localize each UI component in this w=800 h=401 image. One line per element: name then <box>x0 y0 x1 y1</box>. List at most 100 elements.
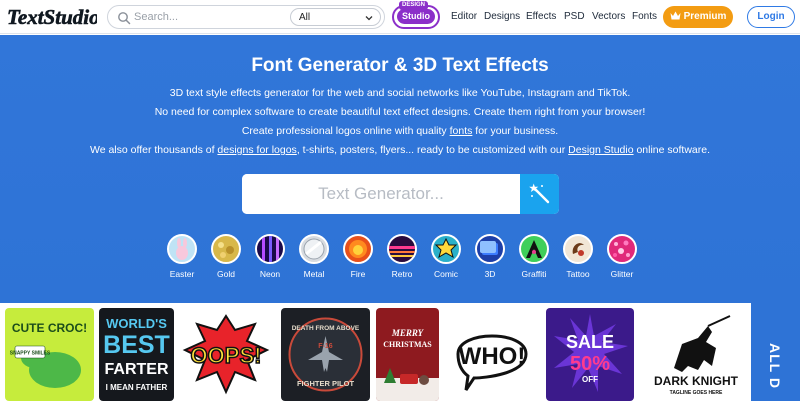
studio-label: Studio <box>397 9 435 24</box>
style-label: Retro <box>391 269 413 279</box>
category-select-value: All <box>299 12 311 23</box>
crown-icon <box>670 11 681 20</box>
style-neon[interactable]: Neon <box>248 234 292 279</box>
style-tattoo[interactable]: Tattoo <box>556 234 600 279</box>
all-designs-tab-label: ALL D <box>767 343 783 389</box>
croc-title: CUTE CROC! <box>12 321 87 335</box>
style-comic[interactable]: Comic <box>424 234 468 279</box>
style-glitter[interactable]: Glitter <box>600 234 644 279</box>
style-easter[interactable]: Easter <box>160 234 204 279</box>
page-title: Font Generator & 3D Text Effects <box>251 55 549 76</box>
style-label: Graffiti <box>521 269 547 279</box>
sale-line-2: 50% <box>570 353 610 375</box>
design-templates-strip: CUTE CROC! SNAPPY SMILES WORLD'S BEST FA… <box>0 303 800 401</box>
design-studio-link[interactable]: Design Studio <box>568 144 633 156</box>
farter-line-2: BEST <box>103 331 170 359</box>
search-input[interactable] <box>134 8 284 26</box>
template-card-oops[interactable]: OOPS! <box>179 308 274 401</box>
design-studio-button[interactable]: DESIGN Studio <box>392 1 440 29</box>
chevron-down-icon <box>365 16 373 21</box>
hero-line-3-end: for your business. <box>472 125 559 137</box>
glitter-thumb <box>607 234 637 264</box>
style-label: Glitter <box>610 269 634 279</box>
nav-psd[interactable]: PSD <box>564 11 585 22</box>
fonts-link[interactable]: fonts <box>450 125 473 137</box>
style-gold[interactable]: Gold <box>204 234 248 279</box>
style-label: Comic <box>433 269 459 279</box>
style-label: Tattoo <box>566 269 590 279</box>
retro-thumb <box>387 234 417 264</box>
template-card-cute-croc[interactable]: CUTE CROC! SNAPPY SMILES <box>5 308 94 401</box>
tattoo-thumb <box>563 234 593 264</box>
hero-line-4-end: online software. <box>633 144 711 156</box>
gold-thumb <box>211 234 241 264</box>
style-label: Neon <box>259 269 281 279</box>
fire-thumb <box>343 234 373 264</box>
hero-line-1: 3D text style effects generator for the … <box>169 87 631 99</box>
hero-line-4-text: We also offer thousands of <box>89 144 218 156</box>
magic-wand-icon <box>529 183 550 204</box>
style-retro[interactable]: Retro <box>380 234 424 279</box>
hero-line-3: Create professional logos online with qu… <box>0 125 800 137</box>
croc-subtitle: SNAPPY SMILES <box>10 351 51 357</box>
style-label: Metal <box>303 269 325 279</box>
logo-text: TextStudio <box>7 5 97 29</box>
farter-line-4: I MEAN FATHER <box>106 383 168 392</box>
sale-line-1: SALE <box>566 332 614 352</box>
premium-label: Premium <box>683 11 727 22</box>
style-graffiti[interactable]: Graffiti <box>512 234 556 279</box>
nav-vectors[interactable]: Vectors <box>592 11 625 22</box>
comic-thumb <box>431 234 461 264</box>
search-bar: All <box>107 5 385 29</box>
style-label: 3D <box>484 269 496 279</box>
textstudio-logo[interactable]: TextStudio <box>5 2 100 32</box>
template-card-fighter-pilot[interactable]: DEATH FROM ABOVE F-16 FIGHTER PILOT <box>281 308 370 401</box>
hero-section: Font Generator & 3D Text Effects 3D text… <box>0 35 800 303</box>
nav-fonts[interactable]: Fonts <box>632 11 657 22</box>
style-3d[interactable]: 3D <box>468 234 512 279</box>
designs-for-logos-link[interactable]: designs for logos <box>217 144 296 156</box>
nav-editor[interactable]: Editor <box>451 11 477 22</box>
nav-designs[interactable]: Designs <box>484 11 520 22</box>
premium-button[interactable]: Premium <box>663 6 733 28</box>
easter-thumb <box>167 234 197 264</box>
farter-line-3: FARTER <box>105 361 169 378</box>
xmas-line-1: MERRY <box>391 328 425 338</box>
pilot-top-text: DEATH FROM ABOVE <box>292 325 360 332</box>
pilot-mid-text: F-16 <box>318 343 333 350</box>
hero-line-4-mid: , t-shirts, posters, flyers... ready to … <box>296 144 569 156</box>
farter-line-1: WORLD'S <box>106 316 167 331</box>
template-card-who[interactable]: WHO! <box>444 308 540 401</box>
oops-text: OOPS! <box>191 343 262 368</box>
text-generator-input[interactable] <box>242 174 520 214</box>
knight-line-1: DARK KNIGHT <box>654 374 739 388</box>
category-select[interactable]: All <box>290 8 381 26</box>
style-label: Easter <box>169 269 195 279</box>
top-header: TextStudio All DESIGN Studio Editor Desi… <box>0 0 800 34</box>
all-designs-tab[interactable]: ALL D <box>751 303 800 401</box>
text-style-shortcuts: Easter Gold Neon Metal Fire Retro Comic … <box>160 234 640 284</box>
text-generator <box>242 174 559 214</box>
template-card-dark-knight[interactable]: DARK KNIGHT TAGLINE GOES HERE <box>642 308 750 401</box>
metal-thumb <box>299 234 329 264</box>
search-icon <box>118 12 131 25</box>
hero-line-2: No need for complex software to create b… <box>154 106 646 118</box>
3d-thumb <box>475 234 505 264</box>
graffiti-thumb <box>519 234 549 264</box>
generate-button[interactable] <box>520 174 559 214</box>
nav-effects[interactable]: Effects <box>526 11 556 22</box>
template-card-merry-christmas[interactable]: MERRY CHRISTMAS <box>376 308 439 401</box>
style-fire[interactable]: Fire <box>336 234 380 279</box>
template-card-sale[interactable]: SALE 50% OFF <box>546 308 634 401</box>
pilot-bottom-text: FIGHTER PILOT <box>297 379 355 388</box>
style-label: Fire <box>350 269 366 279</box>
who-text: WHO! <box>459 343 526 370</box>
hero-line-4: We also offer thousands of designs for l… <box>0 144 800 156</box>
neon-thumb <box>255 234 285 264</box>
sale-line-3: OFF <box>582 375 598 384</box>
style-metal[interactable]: Metal <box>292 234 336 279</box>
style-label: Gold <box>217 269 235 279</box>
login-button[interactable]: Login <box>747 6 795 28</box>
hero-line-3-text: Create professional logos online with qu… <box>241 125 450 137</box>
template-card-worlds-best-farter[interactable]: WORLD'S BEST FARTER I MEAN FATHER <box>99 308 174 401</box>
